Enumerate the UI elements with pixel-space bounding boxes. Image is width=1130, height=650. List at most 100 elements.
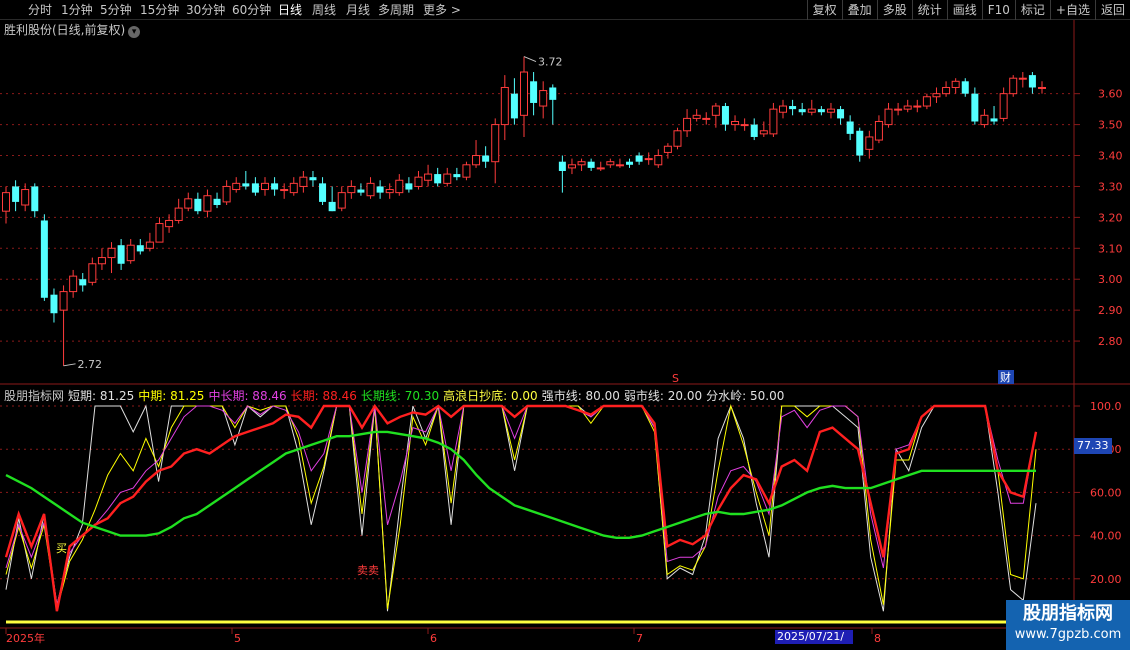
candle-body	[319, 183, 327, 202]
candle-body	[242, 183, 250, 187]
candle-body	[136, 245, 144, 252]
ind-axis-label: 20.00	[1090, 573, 1122, 586]
indicator-item-3: 长期: 88.46	[290, 389, 357, 403]
candle-body	[328, 201, 336, 212]
candle-body	[337, 192, 346, 209]
candle-body	[289, 182, 298, 194]
candle-body	[31, 186, 39, 212]
candle-body	[232, 182, 241, 191]
price-axis-label: 3.20	[1098, 211, 1123, 224]
candle-body	[990, 118, 998, 122]
candle-body	[826, 108, 835, 113]
candle-body	[894, 108, 903, 111]
candle-body	[184, 198, 193, 209]
candle-body	[472, 155, 481, 166]
candle-body	[155, 223, 164, 243]
candle-body	[971, 93, 979, 122]
candle-body	[817, 109, 825, 113]
candle-body	[69, 275, 78, 293]
date-label: 2025年	[6, 631, 45, 645]
candle-body	[414, 176, 423, 187]
indicator-item-5: 高浪日抄底: 0.00	[443, 389, 538, 403]
candle-body	[271, 183, 279, 190]
candle-body	[673, 130, 682, 147]
candle-body	[856, 130, 864, 156]
candle-body	[482, 155, 490, 162]
price-axis-label: 3.10	[1098, 242, 1123, 255]
candle-body	[50, 294, 58, 314]
candle-body	[846, 121, 854, 134]
ind-axis-label: 100.0	[1090, 400, 1122, 413]
indicator-item-8: 分水岭: 50.00	[706, 389, 785, 403]
indicator-item-2: 中长期: 88.46	[208, 389, 287, 403]
candle-body	[577, 161, 586, 166]
candle-body	[644, 158, 653, 161]
candle-body	[213, 198, 221, 205]
candle-body	[520, 71, 528, 116]
price-axis-label: 3.30	[1098, 180, 1123, 193]
candle-body	[587, 161, 595, 168]
candle-body	[280, 189, 289, 192]
candle-body	[97, 257, 106, 265]
indicator-name[interactable]: 股朋指标网	[4, 389, 64, 403]
candle-body	[299, 176, 308, 187]
candle-body	[999, 93, 1008, 119]
candle-body	[462, 164, 471, 178]
candle-body	[510, 93, 518, 119]
watermark-line2: www.7gpzb.com	[1014, 627, 1122, 642]
candle-body	[434, 174, 442, 184]
indicator-item-6: 强市线: 80.00	[541, 389, 620, 403]
price-axis-label: 3.00	[1098, 273, 1123, 286]
candle-body	[711, 105, 720, 116]
candle-body	[596, 167, 605, 170]
candle-body	[12, 186, 20, 202]
date-label: 6	[430, 632, 437, 645]
candle-body	[2, 192, 10, 212]
candle-body	[721, 106, 729, 125]
candle-body	[874, 121, 883, 141]
indicator-item-0: 短期: 81.25	[68, 389, 135, 403]
candle-body	[491, 124, 500, 163]
indicator-item-7: 弱市线: 20.00	[623, 389, 703, 403]
candle-body	[779, 105, 787, 113]
low-annotation: 2.72	[78, 358, 103, 371]
candle-body	[405, 183, 413, 190]
candle-body	[539, 90, 548, 107]
ind-axis-label: 60.00	[1090, 486, 1122, 499]
indicator-item-4: 长期线: 70.30	[360, 389, 440, 403]
candle-body	[683, 117, 692, 132]
candle-body	[913, 105, 922, 108]
high-marker-line	[523, 56, 537, 63]
candle-body	[807, 108, 816, 113]
s-marker: S	[672, 372, 679, 385]
date-label: 8	[874, 632, 881, 645]
candle-body	[740, 124, 749, 127]
current-value-badge: 77.33	[1074, 438, 1112, 454]
watermark-logo: 股朋指标网 www.7gpzb.com	[1006, 600, 1130, 650]
candle-body	[500, 86, 509, 126]
sell-label: 卖卖	[357, 564, 379, 577]
candle-body	[932, 93, 941, 98]
candle-body	[980, 114, 989, 126]
candle-body	[347, 185, 356, 194]
candle-body	[942, 86, 951, 95]
candle-body	[21, 189, 30, 206]
candle-body	[1009, 77, 1018, 95]
candle-body	[654, 155, 663, 166]
kline-chart[interactable]: 3.60 3.50 3.40 3.30 3.20 3.10 3.00 2.90 2.80 3.72…	[0, 0, 1130, 650]
candle-body	[194, 198, 202, 212]
candle-body	[635, 155, 643, 162]
buy-label: 买	[56, 542, 67, 555]
candle-body	[615, 164, 624, 167]
candle-body	[922, 96, 931, 107]
candle-body	[59, 291, 68, 311]
candle-body	[424, 173, 433, 181]
candle-body	[663, 145, 672, 153]
candle-body	[453, 174, 461, 178]
candle-body	[443, 173, 452, 184]
candle-body	[145, 241, 154, 249]
price-axis-label: 3.50	[1098, 119, 1123, 132]
price-axis-label: 2.80	[1098, 335, 1123, 348]
candle-body	[951, 80, 960, 88]
candle-body	[88, 263, 97, 283]
